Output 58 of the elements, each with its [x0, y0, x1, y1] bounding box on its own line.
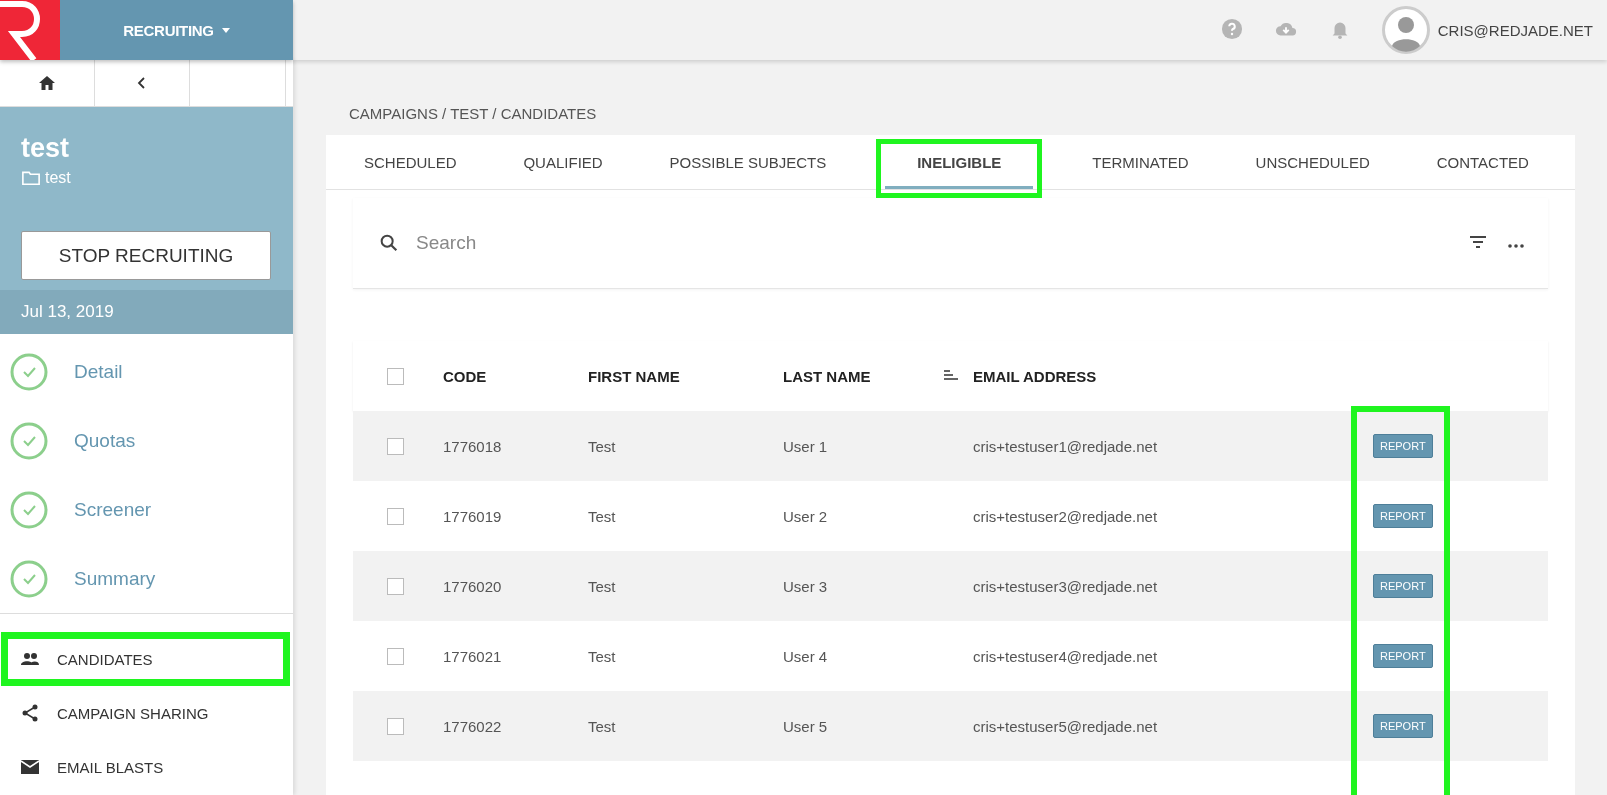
sort-icon[interactable]	[943, 370, 959, 382]
column-header[interactable]: LAST NAME	[783, 367, 871, 385]
home-icon	[37, 73, 57, 93]
share-icon	[20, 703, 40, 723]
tab[interactable]: QUALIFIED	[515, 135, 611, 189]
table-cell-text: 1776020	[443, 577, 503, 595]
nav-item[interactable]: EMAIL BLASTS	[4, 740, 287, 794]
search-field[interactable]: Search	[414, 231, 1452, 255]
column-header[interactable]: FIRST NAME	[588, 367, 680, 385]
row-checkbox[interactable]	[387, 577, 404, 595]
envelope-icon	[20, 757, 40, 777]
table-cell-text: 1776021	[443, 647, 503, 665]
table-cell-text: User 1	[783, 437, 829, 455]
nav-item[interactable]: CANDIDATES	[4, 632, 287, 686]
breadcrumb: CAMPAIGNS / TEST / CANDIDATES	[348, 103, 598, 124]
table-cell-text: 1776019	[443, 507, 503, 525]
row-checkbox[interactable]	[387, 437, 404, 455]
table-cell-text: cris+testuser2@redjade.net	[973, 507, 1159, 525]
tab[interactable]: POSSIBLE SUBJECTS	[661, 135, 835, 189]
column-header[interactable]: EMAIL ADDRESS	[973, 367, 1097, 385]
table-cell-text: 1776022	[443, 717, 503, 735]
table-cell-text: cris+testuser5@redjade.net	[973, 717, 1159, 735]
stop-recruiting-button[interactable]: STOP RECRUITING	[21, 231, 271, 280]
table-cell-text: Test	[588, 507, 617, 525]
select-all-checkbox[interactable]	[387, 367, 404, 385]
help-button[interactable]	[1219, 18, 1244, 42]
nav-item[interactable]: CAMPAIGN SHARING	[4, 686, 287, 740]
tab[interactable]: SCHEDULED	[356, 135, 465, 189]
avatar-icon	[1381, 6, 1430, 54]
user-menu[interactable]: CRIS@REDJADE.NET	[1381, 6, 1593, 54]
table-cell-text: User 4	[783, 647, 829, 665]
table-cell-text: Test	[588, 437, 617, 455]
search-icon	[378, 232, 400, 254]
row-checkbox[interactable]	[387, 647, 404, 665]
table-cell-text: User 5	[783, 717, 829, 735]
filter-icon	[1470, 235, 1486, 248]
campaign-date: Jul 13, 2019	[0, 290, 293, 334]
table-cell-text: Test	[588, 717, 617, 735]
table-cell-text: cris+testuser4@redjade.net	[973, 647, 1159, 665]
tab[interactable]: TERMINATED	[1084, 135, 1197, 189]
more-icon	[1508, 243, 1524, 248]
caret-icon	[221, 27, 230, 33]
table-cell-text: User 2	[783, 507, 829, 525]
campaign-title: test	[21, 133, 70, 164]
help-icon	[1220, 18, 1243, 40]
table-cell-text: cris+testuser1@redjade.net	[973, 437, 1159, 455]
table-cell-text: Test	[588, 647, 617, 665]
home-button[interactable]	[0, 60, 95, 106]
table-cell-text: 1776018	[443, 437, 503, 455]
folder-name: test	[45, 169, 71, 187]
tab[interactable]: UNSCHEDULED	[1247, 135, 1378, 189]
tab[interactable]: CONTACTED	[1428, 135, 1537, 189]
table-cell-text: User 3	[783, 577, 829, 595]
table-cell-text: Test	[588, 577, 617, 595]
row-checkbox[interactable]	[387, 507, 404, 525]
table-cell-text: cris+testuser3@redjade.net	[973, 577, 1159, 595]
column-header[interactable]: CODE	[443, 367, 487, 385]
row-checkbox[interactable]	[387, 717, 404, 735]
